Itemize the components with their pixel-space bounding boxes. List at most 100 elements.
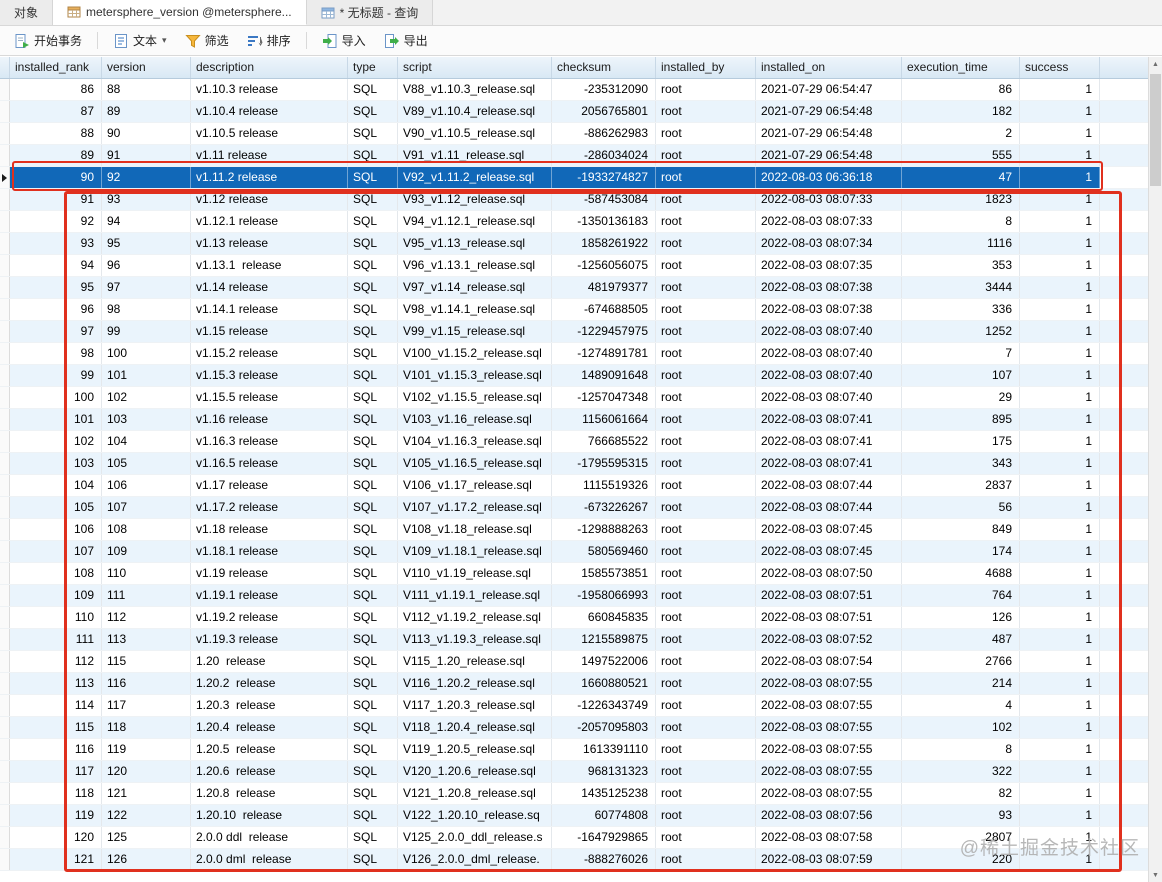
cell-version[interactable]: 109 bbox=[102, 541, 191, 562]
cell-checksum[interactable]: -673226267 bbox=[552, 497, 656, 518]
cell-installed_on[interactable]: 2022-08-03 08:07:45 bbox=[756, 541, 902, 562]
cell-type[interactable]: SQL bbox=[348, 255, 398, 276]
table-row[interactable]: 109 111 v1.19.1 release SQL V111_v1.19.1_rel… bbox=[0, 585, 1148, 607]
cell-type[interactable]: SQL bbox=[348, 541, 398, 562]
cell-success[interactable]: 1 bbox=[1020, 805, 1100, 826]
cell-installed_on[interactable]: 2022-08-03 08:07:56 bbox=[756, 805, 902, 826]
cell-installed_on[interactable]: 2022-08-03 08:07:45 bbox=[756, 519, 902, 540]
cell-installed_by[interactable]: root bbox=[656, 277, 756, 298]
cell-success[interactable]: 1 bbox=[1020, 79, 1100, 100]
table-row[interactable]: 91 93 v1.12 release SQL V93_v1.12_release.sq… bbox=[0, 189, 1148, 211]
cell-installed_on[interactable]: 2022-08-03 08:07:55 bbox=[756, 761, 902, 782]
cell-success[interactable]: 1 bbox=[1020, 453, 1100, 474]
cell-version[interactable]: 112 bbox=[102, 607, 191, 628]
cell-installed_rank[interactable]: 87 bbox=[10, 101, 102, 122]
cell-success[interactable]: 1 bbox=[1020, 827, 1100, 848]
cell-installed_on[interactable]: 2022-08-03 08:07:41 bbox=[756, 431, 902, 452]
tab-objects[interactable]: 对象 bbox=[0, 0, 54, 25]
cell-execution_time[interactable]: 47 bbox=[902, 167, 1020, 188]
cell-installed_on[interactable]: 2022-08-03 08:07:40 bbox=[756, 365, 902, 386]
cell-success[interactable]: 1 bbox=[1020, 783, 1100, 804]
cell-version[interactable]: 105 bbox=[102, 453, 191, 474]
cell-script[interactable]: V93_v1.12_release.sql bbox=[398, 189, 552, 210]
cell-installed_by[interactable]: root bbox=[656, 585, 756, 606]
cell-type[interactable]: SQL bbox=[348, 431, 398, 452]
cell-installed_rank[interactable]: 107 bbox=[10, 541, 102, 562]
cell-installed_on[interactable]: 2022-08-03 06:36:18 bbox=[756, 167, 902, 188]
cell-installed_by[interactable]: root bbox=[656, 299, 756, 320]
cell-description[interactable]: v1.16 release bbox=[191, 409, 348, 430]
cell-installed_on[interactable]: 2022-08-03 08:07:54 bbox=[756, 651, 902, 672]
cell-installed_on[interactable]: 2021-07-29 06:54:48 bbox=[756, 123, 902, 144]
cell-installed_rank[interactable]: 90 bbox=[10, 167, 102, 188]
cell-installed_by[interactable]: root bbox=[656, 365, 756, 386]
cell-installed_on[interactable]: 2022-08-03 08:07:34 bbox=[756, 233, 902, 254]
column-header-checksum[interactable]: checksum bbox=[552, 57, 656, 78]
cell-type[interactable]: SQL bbox=[348, 849, 398, 870]
cell-checksum[interactable]: -1647929865 bbox=[552, 827, 656, 848]
cell-checksum[interactable]: 1858261922 bbox=[552, 233, 656, 254]
cell-version[interactable]: 126 bbox=[102, 849, 191, 870]
cell-installed_on[interactable]: 2022-08-03 08:07:38 bbox=[756, 299, 902, 320]
table-row[interactable]: 87 89 v1.10.4 release SQL V89_v1.10.4_releas… bbox=[0, 101, 1148, 123]
table-row[interactable]: 108 110 v1.19 release SQL V110_v1.19_release… bbox=[0, 563, 1148, 585]
cell-type[interactable]: SQL bbox=[348, 607, 398, 628]
cell-installed_by[interactable]: root bbox=[656, 805, 756, 826]
cell-installed_on[interactable]: 2022-08-03 08:07:55 bbox=[756, 717, 902, 738]
cell-installed_rank[interactable]: 88 bbox=[10, 123, 102, 144]
cell-type[interactable]: SQL bbox=[348, 211, 398, 232]
cell-script[interactable]: V115_1.20_release.sql bbox=[398, 651, 552, 672]
table-row[interactable]: 114 117 1.20.3 release SQL V117_1.20.3_relea… bbox=[0, 695, 1148, 717]
cell-script[interactable]: V100_v1.15.2_release.sql bbox=[398, 343, 552, 364]
cell-installed_rank[interactable]: 110 bbox=[10, 607, 102, 628]
tab-query-untitled[interactable]: * 无标题 - 查询 bbox=[306, 0, 434, 25]
table-row[interactable]: 105 107 v1.17.2 release SQL V107_v1.17.2_rel… bbox=[0, 497, 1148, 519]
cell-type[interactable]: SQL bbox=[348, 673, 398, 694]
cell-version[interactable]: 101 bbox=[102, 365, 191, 386]
cell-installed_rank[interactable]: 111 bbox=[10, 629, 102, 650]
cell-checksum[interactable]: -1256056075 bbox=[552, 255, 656, 276]
cell-checksum[interactable]: -587453084 bbox=[552, 189, 656, 210]
cell-description[interactable]: v1.19.2 release bbox=[191, 607, 348, 628]
cell-execution_time[interactable]: 353 bbox=[902, 255, 1020, 276]
cell-installed_rank[interactable]: 119 bbox=[10, 805, 102, 826]
cell-type[interactable]: SQL bbox=[348, 827, 398, 848]
table-row[interactable]: 117 120 1.20.6 release SQL V120_1.20.6_relea… bbox=[0, 761, 1148, 783]
table-row[interactable]: 88 90 v1.10.5 release SQL V90_v1.10.5_releas… bbox=[0, 123, 1148, 145]
cell-checksum[interactable]: 766685522 bbox=[552, 431, 656, 452]
cell-success[interactable]: 1 bbox=[1020, 651, 1100, 672]
cell-execution_time[interactable]: 4 bbox=[902, 695, 1020, 716]
cell-script[interactable]: V99_v1.15_release.sql bbox=[398, 321, 552, 342]
cell-installed_on[interactable]: 2022-08-03 08:07:44 bbox=[756, 475, 902, 496]
cell-script[interactable]: V120_1.20.6_release.sql bbox=[398, 761, 552, 782]
cell-installed_on[interactable]: 2022-08-03 08:07:58 bbox=[756, 827, 902, 848]
cell-description[interactable]: v1.19.3 release bbox=[191, 629, 348, 650]
table-row-selected[interactable]: 90 92 v1.11.2 release SQL V92_v1.11.2_releas… bbox=[0, 167, 1148, 189]
table-row[interactable]: 99 101 v1.15.3 release SQL V101_v1.15.3_rele… bbox=[0, 365, 1148, 387]
cell-version[interactable]: 97 bbox=[102, 277, 191, 298]
cell-version[interactable]: 115 bbox=[102, 651, 191, 672]
cell-type[interactable]: SQL bbox=[348, 497, 398, 518]
cell-success[interactable]: 1 bbox=[1020, 167, 1100, 188]
table-row[interactable]: 118 121 1.20.8 release SQL V121_1.20.8_relea… bbox=[0, 783, 1148, 805]
cell-installed_by[interactable]: root bbox=[656, 189, 756, 210]
cell-execution_time[interactable]: 8 bbox=[902, 739, 1020, 760]
cell-version[interactable]: 118 bbox=[102, 717, 191, 738]
cell-installed_on[interactable]: 2022-08-03 08:07:40 bbox=[756, 387, 902, 408]
table-row[interactable]: 94 96 v1.13.1 release SQL V96_v1.13.1_releas… bbox=[0, 255, 1148, 277]
cell-execution_time[interactable]: 214 bbox=[902, 673, 1020, 694]
cell-installed_on[interactable]: 2022-08-03 08:07:41 bbox=[756, 409, 902, 430]
cell-installed_rank[interactable]: 86 bbox=[10, 79, 102, 100]
cell-execution_time[interactable]: 1252 bbox=[902, 321, 1020, 342]
cell-description[interactable]: v1.10.3 release bbox=[191, 79, 348, 100]
cell-version[interactable]: 111 bbox=[102, 585, 191, 606]
cell-execution_time[interactable]: 29 bbox=[902, 387, 1020, 408]
cell-installed_by[interactable]: root bbox=[656, 453, 756, 474]
cell-installed_by[interactable]: root bbox=[656, 167, 756, 188]
cell-installed_on[interactable]: 2022-08-03 08:07:52 bbox=[756, 629, 902, 650]
cell-execution_time[interactable]: 764 bbox=[902, 585, 1020, 606]
cell-script[interactable]: V116_1.20.2_release.sql bbox=[398, 673, 552, 694]
cell-checksum[interactable]: 1156061664 bbox=[552, 409, 656, 430]
column-header-description[interactable]: description bbox=[191, 57, 348, 78]
table-row[interactable]: 119 122 1.20.10 release SQL V122_1.20.10_rel… bbox=[0, 805, 1148, 827]
